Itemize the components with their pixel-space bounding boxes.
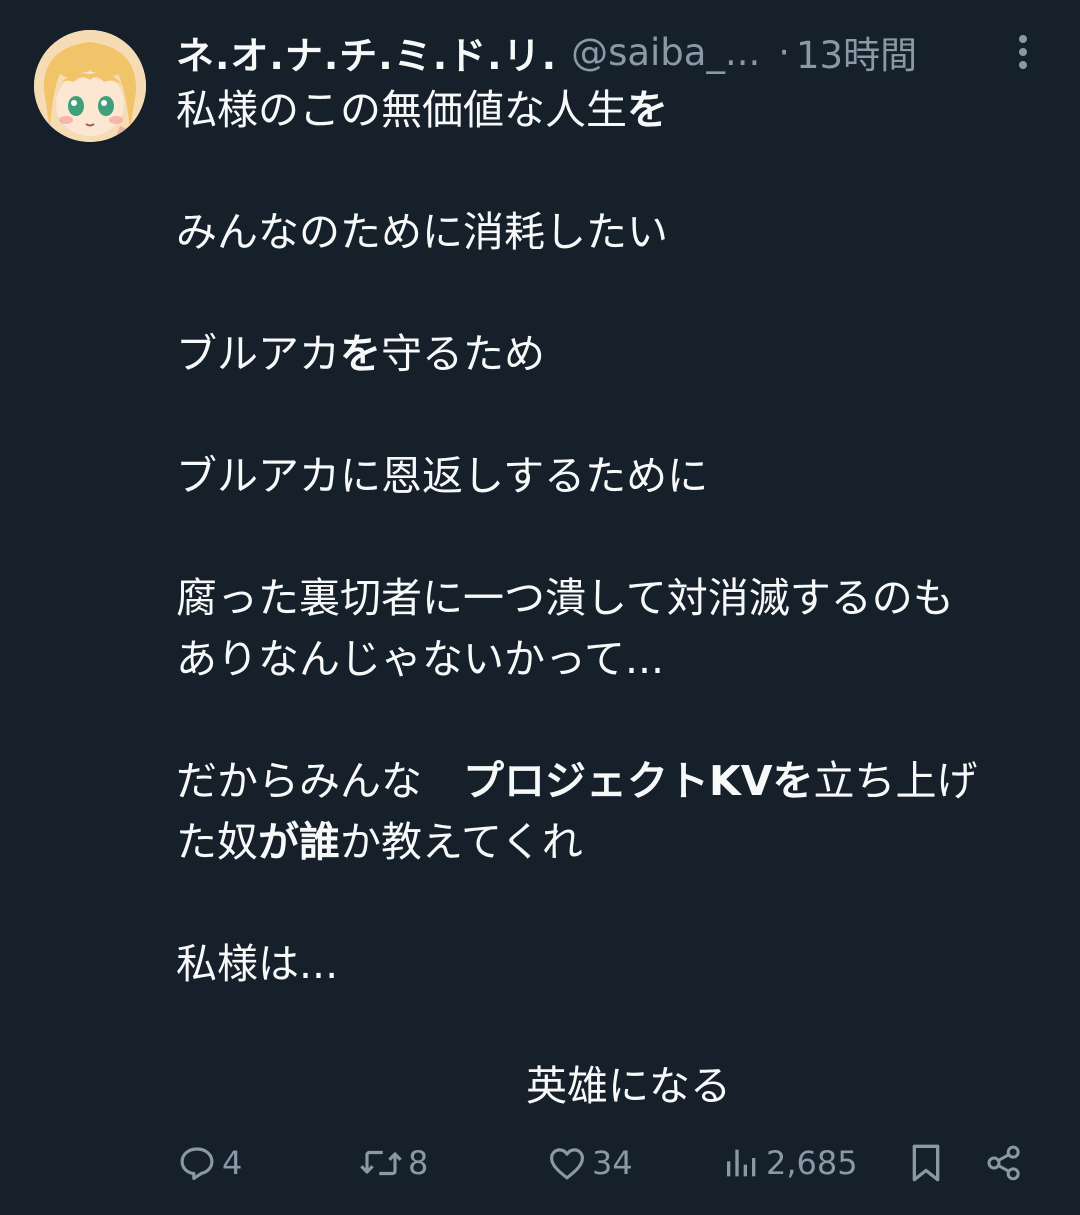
like-button[interactable]: 34 <box>546 1138 633 1188</box>
views-count: 2,685 <box>766 1144 858 1182</box>
header-separator: · <box>778 30 791 74</box>
post-line: ブルアカに恩返しするために <box>176 452 709 500</box>
post-text-bold: プロジェクトKVを <box>463 757 814 805</box>
post-blank-line <box>176 507 1046 568</box>
post-line: ありなんじゃないかって... <box>176 635 665 683</box>
repost-count: 8 <box>408 1144 429 1182</box>
tweet-header: ネ.オ.ナ.チ.ミ.ド.リ. @saiba_... · 13時間 <box>176 22 1036 82</box>
reply-count: 4 <box>222 1144 243 1182</box>
post-line: 私様は... <box>176 940 339 988</box>
post-line: 英雄になる <box>526 1062 731 1110</box>
action-bar: 4 8 34 2,685 <box>176 1138 1036 1188</box>
post-blank-line <box>176 995 1046 1056</box>
post-blank-line <box>176 690 1046 751</box>
post-blank-line <box>176 263 1046 324</box>
bookmark-icon <box>912 1144 940 1182</box>
post-text-segment: ブルアカ <box>176 330 340 378</box>
post-line: た奴が誰か教えてくれ <box>176 812 1046 873</box>
heart-icon <box>550 1148 584 1180</box>
share-button[interactable] <box>984 1138 1024 1188</box>
repost-button[interactable]: 8 <box>358 1138 428 1188</box>
author-display-name[interactable]: ネ.オ.ナ.チ.ミ.ド.リ. <box>176 25 557 80</box>
author-handle[interactable]: @saiba_... <box>571 31 760 74</box>
views-button[interactable]: 2,685 <box>722 1138 858 1188</box>
post-timestamp[interactable]: 13時間 <box>796 25 917 79</box>
post-text-bold: が誰 <box>258 818 340 866</box>
share-icon <box>987 1145 1020 1181</box>
post-line: だからみんな プロジェクトKVを立ち上げ <box>176 751 1046 812</box>
post-text-segment: 私様のこの無価値な人生 <box>176 86 627 134</box>
post-text-segment: た奴 <box>176 818 258 866</box>
post-blank-line <box>176 385 1046 446</box>
post-text-segment: か教えてくれ <box>340 818 583 866</box>
post-text-bold: を <box>340 330 381 378</box>
post-line: ブルアカを守るため <box>176 324 1046 385</box>
avatar-image <box>34 30 146 142</box>
post-blank-line <box>176 141 1046 202</box>
views-icon <box>727 1149 756 1177</box>
repost-icon <box>360 1150 402 1176</box>
post-text-segment: 立ち上げ <box>813 757 978 805</box>
post-text-segment: だからみんな <box>176 757 463 805</box>
post-text: 私様のこの無価値な人生を みんなのために消耗したい ブルアカを守るため ブルアカ… <box>176 80 1046 1117</box>
reply-icon <box>180 1147 214 1180</box>
post-line: みんなのために消耗したい <box>176 208 668 256</box>
post-blank-line <box>176 873 1046 934</box>
tweet[interactable]: ネ.オ.ナ.チ.ミ.ド.リ. @saiba_... · 13時間 私様のこの無価… <box>0 0 1080 1215</box>
post-text-bold: を <box>627 86 668 134</box>
post-text-segment: 守るため <box>381 330 545 378</box>
avatar[interactable] <box>34 30 146 142</box>
post-line: 腐った裏切者に一つ潰して対消滅するのも <box>176 574 954 622</box>
more-vertical-icon[interactable] <box>1008 30 1038 74</box>
like-count: 34 <box>592 1144 633 1182</box>
reply-button[interactable]: 4 <box>176 1138 242 1188</box>
post-line: 私様のこの無価値な人生を <box>176 80 1046 141</box>
bookmark-button[interactable] <box>906 1138 946 1188</box>
